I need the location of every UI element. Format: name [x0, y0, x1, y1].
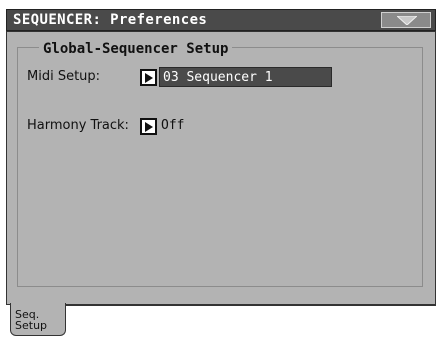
group-title: Global-Sequencer Setup — [39, 41, 233, 57]
screen: SEQUENCER: Preferences Global-Sequencer … — [0, 0, 442, 338]
tab-bar-divider — [66, 305, 436, 306]
page-menu-button[interactable] — [381, 12, 431, 28]
main-panel: Global-Sequencer Setup Midi Setup: 03 Se… — [6, 31, 436, 305]
tab-label-line2: Setup — [15, 319, 48, 332]
play-arrow-icon — [145, 73, 153, 83]
triangle-down-icon — [397, 16, 417, 25]
midi-setup-arrow-button[interactable] — [140, 69, 157, 86]
midi-setup-value[interactable]: 03 Sequencer 1 — [159, 67, 332, 87]
harmony-track-arrow-button[interactable] — [140, 118, 157, 135]
harmony-track-label: Harmony Track: — [27, 118, 129, 133]
window-title: SEQUENCER: Preferences — [13, 12, 208, 28]
tab-seq-setup[interactable]: Seq. Setup — [10, 303, 66, 336]
play-arrow-icon — [145, 122, 153, 132]
harmony-track-value[interactable]: Off — [159, 116, 219, 136]
midi-setup-label: Midi Setup: — [27, 69, 101, 84]
title-bar: SEQUENCER: Preferences — [6, 9, 436, 31]
